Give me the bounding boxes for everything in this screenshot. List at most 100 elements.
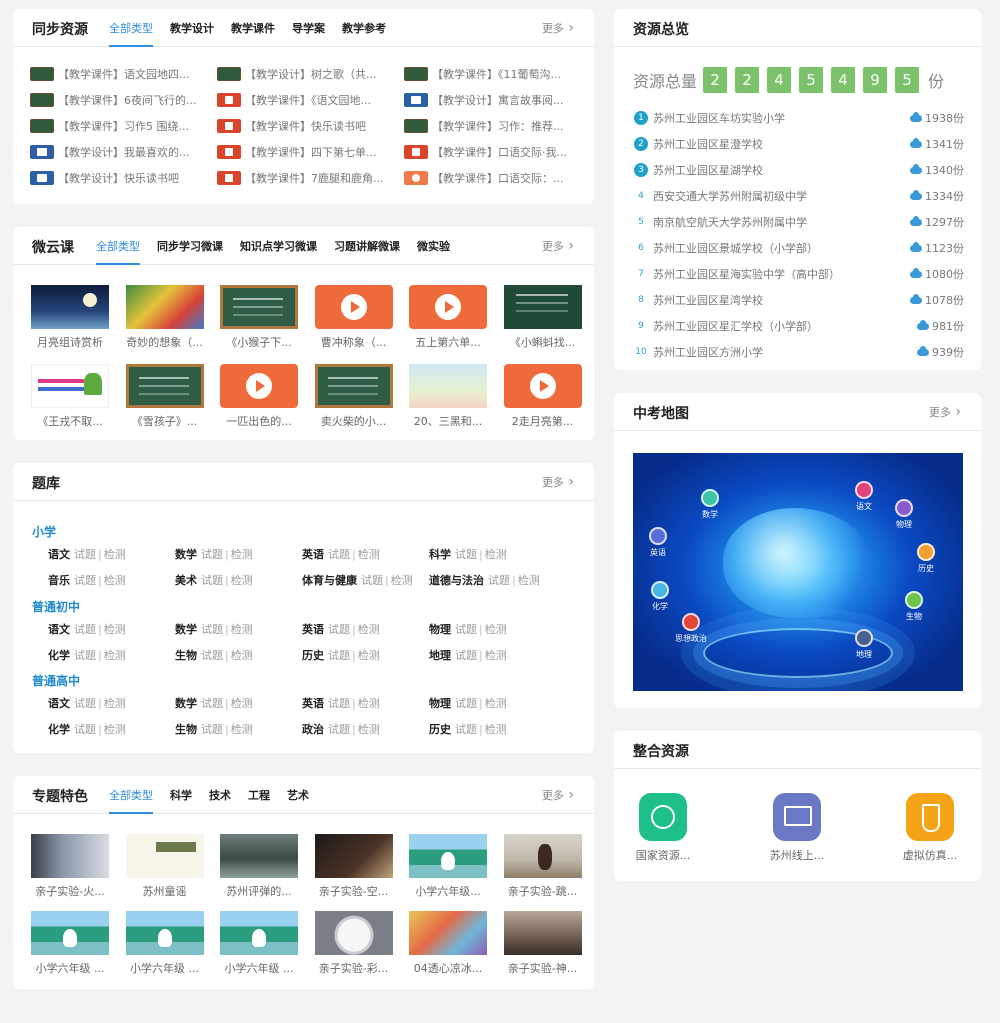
suzhou-online-link[interactable]: 苏州线上... xyxy=(752,793,842,863)
ranking-row[interactable]: 7 苏州工业园区星海实验中学（高中部） 1080份 xyxy=(634,261,964,287)
check-link[interactable]: 检测 xyxy=(104,548,126,561)
ranking-row[interactable]: 5 南京航空航天大学苏州附属中学 1297份 xyxy=(634,209,964,235)
subject-node-5[interactable]: 化学 xyxy=(651,581,669,612)
tab-science[interactable]: 科学 xyxy=(170,776,192,814)
test-link[interactable]: 试题 xyxy=(328,723,350,736)
tab-knowledge-micro[interactable]: 知识点学习微课 xyxy=(240,227,317,265)
more-link[interactable]: 更多 xyxy=(929,404,961,420)
thumbnail-card[interactable]: 《小猴子下... xyxy=(220,285,298,350)
subject-name[interactable]: 英语 xyxy=(302,697,324,710)
thumbnail-card[interactable]: 五上第六单... xyxy=(409,285,487,350)
thumbnail-card[interactable]: 曹冲称象（... xyxy=(314,285,393,350)
check-link[interactable]: 检测 xyxy=(391,574,413,587)
subject-name[interactable]: 物理 xyxy=(429,623,451,636)
test-link[interactable]: 试题 xyxy=(201,649,223,662)
check-link[interactable]: 检测 xyxy=(231,723,253,736)
subject-name[interactable]: 英语 xyxy=(302,548,324,561)
list-item[interactable]: 【教学课件】7鹿腿和鹿角... xyxy=(217,169,404,187)
ranking-row[interactable]: 9 苏州工业园区星汇学校（小学部） 981份 xyxy=(634,313,964,339)
tab-engineering[interactable]: 工程 xyxy=(248,776,270,814)
thumbnail-card[interactable]: 小学六年级 ... xyxy=(220,911,298,976)
test-link[interactable]: 试题 xyxy=(201,697,223,710)
subject-name[interactable]: 语文 xyxy=(48,548,70,561)
ranking-row[interactable]: 2 苏州工业园区星澄学校 1341份 xyxy=(634,131,964,157)
list-item[interactable]: 【教学设计】树之歌（共... xyxy=(217,65,404,83)
thumbnail-card[interactable]: 小学六年级 ... xyxy=(125,911,204,976)
check-link[interactable]: 检测 xyxy=(485,623,507,636)
tab-study-guide[interactable]: 导学案 xyxy=(292,9,325,47)
check-link[interactable]: 检测 xyxy=(518,574,540,587)
list-item[interactable]: 【教学课件】口语交际·我... xyxy=(404,143,590,161)
thumbnail-card[interactable]: 亲子实验-彩... xyxy=(314,911,393,976)
tab-all-types[interactable]: 全部类型 xyxy=(96,227,140,265)
subject-name[interactable]: 历史 xyxy=(429,723,451,736)
check-link[interactable]: 检测 xyxy=(231,623,253,636)
check-link[interactable]: 检测 xyxy=(104,623,126,636)
subject-name[interactable]: 化学 xyxy=(48,723,70,736)
ranking-row[interactable]: 6 苏州工业园区景城学校（小学部） 1123份 xyxy=(634,235,964,261)
thumbnail-card[interactable]: 亲子实验-神... xyxy=(503,911,582,976)
subject-name[interactable]: 化学 xyxy=(48,649,70,662)
list-item[interactable]: 【教学设计】快乐读书吧 xyxy=(30,169,217,187)
test-link[interactable]: 试题 xyxy=(328,697,350,710)
test-link[interactable]: 试题 xyxy=(488,574,510,587)
thumbnail-card[interactable]: 小学六年级 ... xyxy=(31,911,109,976)
subject-name[interactable]: 物理 xyxy=(429,697,451,710)
subject-name[interactable]: 体育与健康 xyxy=(302,574,357,587)
thumbnail-card[interactable]: 04透心凉冰... xyxy=(409,911,487,976)
more-link[interactable]: 更多 xyxy=(542,787,574,803)
subject-node-0[interactable]: 数学 xyxy=(701,489,719,520)
check-link[interactable]: 检测 xyxy=(358,697,380,710)
test-link[interactable]: 试题 xyxy=(361,574,383,587)
check-link[interactable]: 检测 xyxy=(231,649,253,662)
test-link[interactable]: 试题 xyxy=(328,548,350,561)
list-item[interactable]: 【教学课件】习作5 围绕... xyxy=(30,117,217,135)
check-link[interactable]: 检测 xyxy=(358,623,380,636)
tab-courseware[interactable]: 教学课件 xyxy=(231,9,275,47)
thumbnail-card[interactable]: 2走月亮第... xyxy=(503,364,582,429)
check-link[interactable]: 检测 xyxy=(358,548,380,561)
test-link[interactable]: 试题 xyxy=(455,548,477,561)
subject-name[interactable]: 生物 xyxy=(175,649,197,662)
tab-micro-experiment[interactable]: 微实验 xyxy=(417,227,450,265)
test-link[interactable]: 试题 xyxy=(74,649,96,662)
check-link[interactable]: 检测 xyxy=(104,649,126,662)
thumbnail-card[interactable]: 卖火柴的小... xyxy=(314,364,393,429)
virtual-simulation-link[interactable]: 虚拟仿真... xyxy=(885,793,975,863)
test-link[interactable]: 试题 xyxy=(455,649,477,662)
test-link[interactable]: 试题 xyxy=(201,623,223,636)
subject-name[interactable]: 数学 xyxy=(175,697,197,710)
check-link[interactable]: 检测 xyxy=(231,548,253,561)
tab-sync-micro[interactable]: 同步学习微课 xyxy=(157,227,223,265)
check-link[interactable]: 检测 xyxy=(485,548,507,561)
thumbnail-card[interactable]: 亲子实验-跳... xyxy=(503,834,582,899)
subject-name[interactable]: 数学 xyxy=(175,548,197,561)
tab-reference[interactable]: 教学参考 xyxy=(342,9,386,47)
tab-art[interactable]: 艺术 xyxy=(287,776,309,814)
thumbnail-card[interactable]: 苏州评弹的... xyxy=(220,834,298,899)
list-item[interactable]: 【教学课件】口语交际：... xyxy=(404,169,590,187)
thumbnail-card[interactable]: 小学六年级... xyxy=(409,834,487,899)
subject-name[interactable]: 语文 xyxy=(48,697,70,710)
subject-name[interactable]: 生物 xyxy=(175,723,197,736)
list-item[interactable]: 【教学设计】寓言故事阅... xyxy=(404,91,590,109)
check-link[interactable]: 检测 xyxy=(485,723,507,736)
thumbnail-card[interactable]: 亲子实验-空... xyxy=(314,834,393,899)
thumbnail-card[interactable]: 亲子实验-火... xyxy=(31,834,109,899)
list-item[interactable]: 【教学课件】快乐读书吧 xyxy=(217,117,404,135)
subject-node-8[interactable]: 地理 xyxy=(855,629,873,660)
exam-map-image[interactable]: 数学 语文 物理 英语 历史 化学 生物 思想政治 地理 xyxy=(633,453,963,691)
list-item[interactable]: 【教学课件】四下第七单... xyxy=(217,143,404,161)
list-item[interactable]: 【教学课件】《语文园地... xyxy=(217,91,404,109)
thumbnail-card[interactable]: 一匹出色的... xyxy=(220,364,298,429)
tab-teaching-design[interactable]: 教学设计 xyxy=(170,9,214,47)
test-link[interactable]: 试题 xyxy=(328,623,350,636)
check-link[interactable]: 检测 xyxy=(104,574,126,587)
list-item[interactable]: 【教学课件】习作：推荐... xyxy=(404,117,590,135)
check-link[interactable]: 检测 xyxy=(104,697,126,710)
test-link[interactable]: 试题 xyxy=(74,723,96,736)
subject-node-4[interactable]: 历史 xyxy=(917,543,935,574)
test-link[interactable]: 试题 xyxy=(455,697,477,710)
thumbnail-card[interactable]: 《小蝌蚪找... xyxy=(503,285,582,350)
thumbnail-card[interactable]: 《雪孩子》... xyxy=(125,364,204,429)
